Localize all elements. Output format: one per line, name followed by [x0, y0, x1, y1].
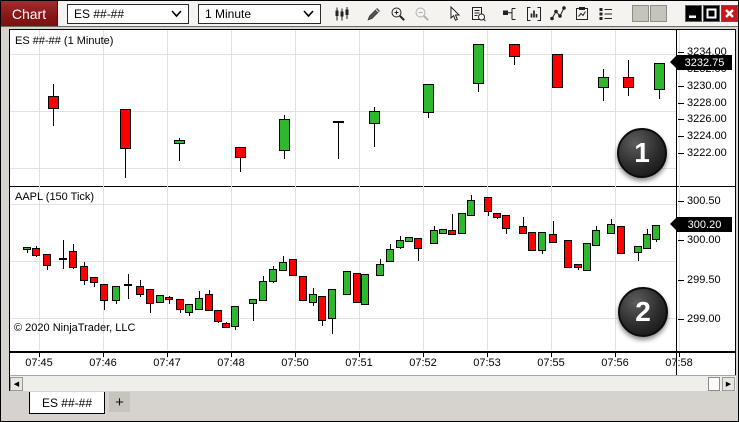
chevron-down-icon: [303, 10, 314, 18]
minimize-icon: [687, 7, 700, 20]
cursor-icon[interactable]: [442, 3, 466, 25]
interval-dropdown-value: 1 Minute: [205, 7, 299, 21]
scroll-right-button[interactable]: ▶: [722, 377, 735, 391]
close-icon: [723, 7, 736, 20]
chart-area[interactable]: [9, 29, 736, 391]
time-axis-border: [10, 351, 736, 353]
zoom-in-icon[interactable]: [386, 3, 410, 25]
restore-button[interactable]: [703, 5, 720, 22]
chevron-down-icon: [171, 10, 182, 18]
scroll-left-icon: ◀: [14, 380, 19, 388]
properties-icon[interactable]: [594, 3, 618, 25]
instrument-dropdown[interactable]: ES ##-##: [67, 4, 189, 24]
data-box-icon[interactable]: [466, 3, 490, 25]
tab-bar: ES ##-## +: [1, 392, 738, 421]
pencil-icon[interactable]: [362, 3, 386, 25]
horizontal-scrollbar[interactable]: ◀ ▶: [10, 375, 736, 391]
scroll-left-button[interactable]: ◀: [10, 377, 23, 391]
panel-divider[interactable]: [10, 186, 736, 187]
close-button[interactable]: [721, 5, 738, 22]
chart-window: Chart ES ##-## 1 Minute: [0, 0, 739, 422]
window-title: Chart: [1, 1, 58, 26]
chart-style-icon[interactable]: [330, 3, 354, 25]
plus-icon: +: [115, 394, 124, 411]
tab-es[interactable]: ES ##-##: [29, 392, 105, 414]
interval-dropdown[interactable]: 1 Minute: [198, 4, 321, 24]
price-axis-separator: [676, 30, 677, 391]
tab-es-label: ES ##-##: [42, 396, 92, 410]
add-tab-button[interactable]: +: [109, 392, 130, 412]
inactive-button-1[interactable]: [632, 5, 649, 22]
inactive-window-buttons: [631, 5, 667, 22]
indicators-icon[interactable]: [522, 3, 546, 25]
restore-icon: [705, 7, 718, 20]
drawing-tools-icon[interactable]: [546, 3, 570, 25]
title-bar: Chart ES ##-## 1 Minute: [1, 1, 738, 27]
strategies-icon[interactable]: [570, 3, 594, 25]
instrument-dropdown-value: ES ##-##: [74, 7, 167, 21]
scrollbar-thumb[interactable]: [708, 377, 720, 391]
minimize-button[interactable]: [685, 5, 702, 22]
scroll-right-icon: ▶: [726, 380, 731, 388]
inactive-button-2[interactable]: [650, 5, 667, 22]
zoom-out-icon[interactable]: [410, 3, 434, 25]
window-controls: [684, 5, 738, 22]
chart-trader-icon[interactable]: [498, 3, 522, 25]
toolbar: [330, 3, 618, 25]
